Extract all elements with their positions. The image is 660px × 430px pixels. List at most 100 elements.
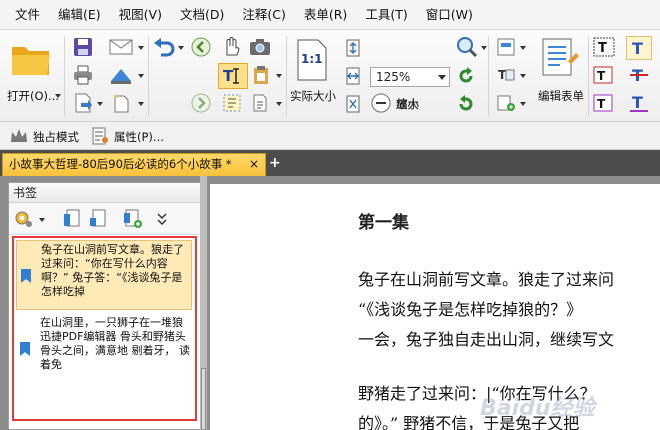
select-annotation-button[interactable]	[220, 92, 244, 114]
menu-tools[interactable]: 工具(T)	[356, 0, 416, 30]
menu-view[interactable]: 视图(V)	[110, 0, 171, 30]
properties-label[interactable]: 属性(P)...	[114, 129, 164, 145]
typewriter-button[interactable]	[248, 92, 272, 114]
menu-edit[interactable]: 编辑(E)	[49, 0, 110, 30]
edit-form-label: 编辑表单	[538, 89, 584, 103]
new-dropdown-caret[interactable]	[138, 102, 144, 106]
fit-width-icon	[346, 67, 360, 85]
rotate-left-button[interactable]	[455, 65, 477, 87]
save-button[interactable]	[72, 36, 94, 58]
undo-dropdown-caret[interactable]	[178, 46, 184, 50]
zoom-out-button[interactable]	[371, 93, 391, 113]
exclusive-mode-label[interactable]: 独占模式	[33, 129, 79, 145]
hand-tool-button[interactable]	[220, 36, 244, 58]
fit-visible-icon	[346, 95, 360, 113]
folder-icon	[12, 47, 50, 75]
email-dropdown-caret[interactable]	[138, 46, 144, 50]
actual-size-button[interactable]: 1:1	[295, 38, 329, 82]
bookmark-options-caret[interactable]	[39, 218, 45, 222]
edit-form-button[interactable]	[538, 36, 582, 80]
splitter-handle[interactable]	[201, 368, 206, 430]
magnifier-dropdown-caret[interactable]	[481, 46, 487, 50]
snapshot-button[interactable]	[248, 36, 272, 58]
new-document-icon	[114, 94, 129, 113]
form-field-dropdown-caret[interactable]	[520, 46, 526, 50]
bookmark-expand-icon	[64, 209, 80, 227]
fit-width-button[interactable]	[343, 66, 363, 86]
menu-window[interactable]: 窗口(W)	[417, 0, 482, 30]
bookmarks-pane: 书签 兔子在山洞前写文章。狼走了过来问：“你在写什么内容啊？” 兔子答：“《浅谈…	[8, 182, 201, 430]
add-field-dropdown-caret[interactable]	[520, 102, 526, 106]
export-dropdown-caret[interactable]	[97, 102, 103, 106]
print-button[interactable]	[72, 64, 94, 86]
panel-splitter[interactable]	[200, 176, 207, 430]
menu-form[interactable]: 表单(R)	[295, 0, 356, 30]
underline-text-button[interactable]: T	[626, 92, 652, 114]
open-button[interactable]	[8, 38, 54, 80]
bookmarks-header: 书签	[9, 183, 200, 203]
rotate-right-icon	[459, 95, 473, 111]
edit-form-icon	[542, 38, 579, 76]
bookmark-options-button[interactable]	[13, 208, 35, 230]
new-tab-button[interactable]: +	[269, 155, 281, 171]
back-arrow-icon	[191, 37, 211, 57]
sign-dropdown-caret[interactable]	[138, 74, 144, 78]
watermark: Baidu经验	[480, 396, 595, 421]
rotate-right-button[interactable]	[455, 93, 477, 115]
callout-text-button[interactable]: T	[592, 64, 616, 86]
document-tab[interactable]: 小故事大哲理-80后90后必读的6个小故事 * ×	[2, 153, 266, 176]
close-tab-icon[interactable]: ×	[249, 154, 259, 175]
undo-button[interactable]	[152, 36, 176, 58]
stamp-icon	[111, 69, 131, 84]
fit-visible-button[interactable]	[343, 94, 363, 114]
zoom-level-select[interactable]: 125%	[370, 67, 450, 87]
magnifier-button[interactable]	[455, 36, 479, 58]
add-field-icon	[497, 95, 515, 111]
expand-bookmark-button[interactable]	[61, 208, 83, 230]
svg-text:T: T	[632, 93, 643, 112]
document-tab-bar: 小故事大哲理-80后90后必读的6个小故事 * × +	[0, 150, 660, 176]
properties-button[interactable]	[90, 126, 110, 146]
add-field-button[interactable]	[494, 92, 518, 114]
menu-file[interactable]: 文件	[6, 0, 49, 30]
bookmark-item[interactable]: 兔子在山洞前写文章。狼走了过来问：“你在写什么内容啊？” 兔子答：“《浅谈兔子是…	[16, 240, 192, 310]
new-document-button[interactable]	[108, 92, 134, 114]
export-button[interactable]	[72, 92, 94, 114]
open-dropdown-caret[interactable]	[55, 94, 61, 98]
sign-button[interactable]	[108, 64, 134, 86]
next-view-button[interactable]	[190, 92, 212, 114]
zoom-out-label[interactable]: 缩小	[396, 96, 419, 112]
magnifier-icon	[457, 37, 478, 58]
highlight-text-button[interactable]: T	[626, 36, 652, 60]
menu-comment[interactable]: 注释(C)	[233, 0, 294, 30]
clipboard-dropdown-caret[interactable]	[276, 74, 282, 78]
svg-text:T: T	[597, 69, 606, 83]
left-panel: 书签 兔子在山洞前写文章。狼走了过来问：“你在写什么内容啊？” 兔子答：“《浅谈…	[0, 176, 207, 430]
clipboard-button[interactable]	[250, 64, 272, 86]
select-annotation-icon	[223, 94, 241, 112]
insert-text-tool-button[interactable]: T	[592, 36, 616, 58]
bookmark-collapse-icon	[90, 209, 106, 227]
menu-document[interactable]: 文档(D)	[171, 0, 233, 30]
email-button[interactable]	[108, 36, 134, 58]
strikeout-text-button[interactable]: T	[626, 64, 652, 86]
collapse-bookmark-button[interactable]	[87, 208, 109, 230]
page-text-line: “《浅谈兔子是怎样吃掉狼的？》	[358, 300, 583, 319]
add-bookmark-button[interactable]	[121, 208, 145, 230]
gear-icon	[15, 211, 32, 227]
more-tools-button[interactable]	[155, 209, 169, 229]
select-text-tool-button[interactable]: T	[218, 63, 248, 89]
previous-view-button[interactable]	[190, 36, 212, 58]
fit-page-button[interactable]	[343, 38, 363, 58]
typewriter-icon	[253, 94, 267, 112]
page-text-line: 兔子在山洞前写文章。狼走了过来问	[358, 270, 615, 289]
text-note-button[interactable]: T	[592, 92, 616, 114]
ribbon-toolbar: 打开(O)... T 1:1 实际大小 125% 放大 T 编辑表单 T T T…	[0, 30, 660, 122]
exclusive-mode-button[interactable]	[8, 126, 30, 146]
form-field-button[interactable]	[494, 36, 518, 58]
text-field-button[interactable]: T	[494, 64, 518, 86]
typewriter-dropdown-caret[interactable]	[276, 102, 282, 106]
page-heading: 第一集	[358, 213, 409, 233]
text-field-dropdown-caret[interactable]	[520, 74, 526, 78]
bookmark-item[interactable]: 在山洞里，一只狮子在一堆狼 迅捷PDF编辑器 骨头和野猪头骨头之间，满意地 剔着…	[16, 314, 192, 388]
